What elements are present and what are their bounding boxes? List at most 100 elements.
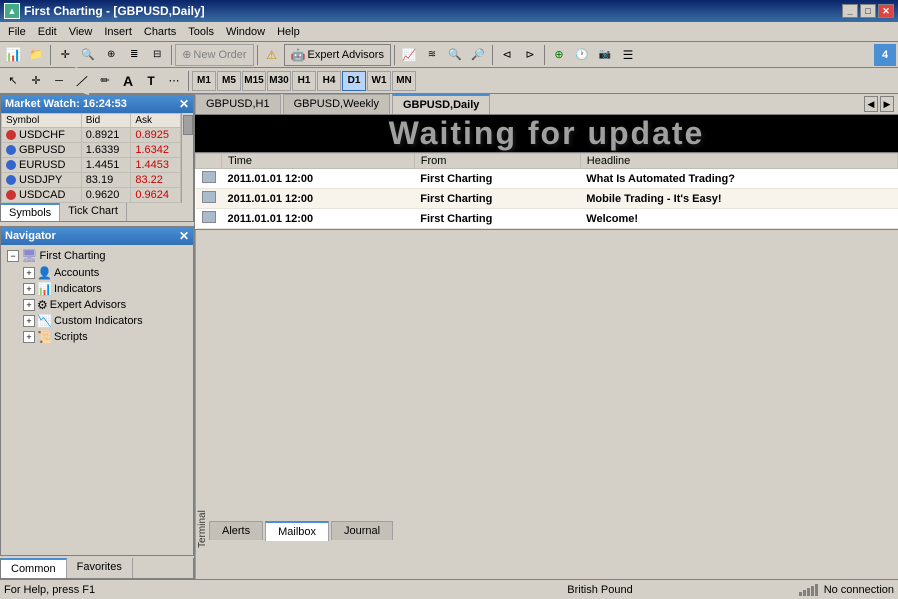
- symbol-cell: EURUSD: [2, 158, 82, 173]
- tf-m1[interactable]: M1: [192, 71, 216, 91]
- T-button[interactable]: T: [140, 70, 162, 92]
- connection-status: No connection: [824, 584, 894, 596]
- clock-button[interactable]: 🕐: [571, 44, 593, 66]
- cross-button[interactable]: ✛: [54, 44, 76, 66]
- content-area: Market Watch: 16:24:53 ✕ Symbol Bid Ask: [0, 94, 898, 579]
- tab-tick-chart[interactable]: Tick Chart: [60, 203, 127, 221]
- menu-window[interactable]: Window: [220, 24, 271, 40]
- bottom-tab-mailbox[interactable]: Mailbox: [265, 521, 329, 541]
- navigator-title: Navigator: [5, 230, 56, 242]
- history-right[interactable]: ⊳: [519, 44, 541, 66]
- minimize-button[interactable]: _: [842, 4, 858, 18]
- menu-help[interactable]: Help: [271, 24, 306, 40]
- tab-symbols[interactable]: Symbols: [1, 203, 60, 221]
- diagonal-button[interactable]: ╱: [68, 66, 96, 94]
- maximize-button[interactable]: □: [860, 4, 876, 18]
- signal-bar-5: [815, 584, 818, 596]
- chart-tab-daily[interactable]: GBPUSD,Daily: [392, 94, 490, 114]
- tab-favorites[interactable]: Favorites: [67, 558, 133, 578]
- tf-h1[interactable]: H1: [292, 71, 316, 91]
- nav-expand-custom[interactable]: +: [23, 315, 35, 327]
- indicator-button[interactable]: 📈: [398, 44, 420, 66]
- magnify2-button[interactable]: 🔎: [467, 44, 489, 66]
- bid-cell: 0.8921: [81, 128, 131, 143]
- market-watch-row[interactable]: GBPUSD 1.6339 1.6342: [2, 143, 193, 158]
- new-order-button[interactable]: ⊕ New Order: [175, 44, 253, 66]
- pencil-button[interactable]: ✏: [94, 70, 116, 92]
- nav-expand-indicators[interactable]: +: [23, 283, 35, 295]
- navigator-tabs: Common Favorites: [0, 558, 194, 579]
- market-watch-row[interactable]: EURUSD 1.4451 1.4453: [2, 158, 193, 173]
- chart-tab-h1[interactable]: GBPUSD,H1: [195, 94, 281, 114]
- side-button[interactable]: 4: [874, 44, 896, 66]
- nav-item-accounts[interactable]: + 👤 Accounts: [21, 265, 189, 281]
- nav-expand-expert[interactable]: +: [23, 299, 35, 311]
- nav-item-indicators[interactable]: + 📊 Indicators: [21, 281, 189, 297]
- chart-canvas: Waiting for update: [195, 115, 898, 152]
- nav-item-expert-advisors[interactable]: + ⚙ Expert Advisors: [21, 297, 189, 313]
- nav-item-scripts[interactable]: + 📜 Scripts: [21, 329, 189, 345]
- chart-type-candle[interactable]: ⊟: [146, 44, 168, 66]
- tf-h4[interactable]: H4: [317, 71, 341, 91]
- expert-advisors-button[interactable]: 🤖 Expert Advisors: [284, 44, 391, 66]
- market-watch-row[interactable]: USDCAD 0.9620 0.9624: [2, 188, 193, 203]
- nav-expand-accounts[interactable]: +: [23, 267, 35, 279]
- close-button[interactable]: ✕: [878, 4, 894, 18]
- tf-w1[interactable]: W1: [367, 71, 391, 91]
- bottom-tab-alerts[interactable]: Alerts: [209, 521, 263, 540]
- crosshair-button[interactable]: ✛: [25, 70, 47, 92]
- status-right: No connection: [799, 584, 894, 596]
- tf-m15[interactable]: M15: [242, 71, 266, 91]
- open-button[interactable]: 📁: [25, 44, 47, 66]
- alert-icon[interactable]: ⚠: [261, 44, 283, 66]
- news-time-cell: 2011.01.01 12:00: [222, 209, 415, 229]
- bottom-tab-journal[interactable]: Journal: [331, 521, 393, 540]
- nav-item-first-charting[interactable]: − 🖥 First Charting: [5, 247, 189, 265]
- navigator-close[interactable]: ✕: [179, 229, 189, 243]
- toolbar-main: 📊 📁 ✛ 🔍 ⊕ ≣ ⊟ ⊕ New Order ⚠ 🤖 Expert Adv…: [0, 42, 898, 68]
- market-watch-close[interactable]: ✕: [179, 97, 189, 111]
- tab-common[interactable]: Common: [1, 558, 67, 578]
- news-row[interactable]: 2011.01.01 12:00 First Charting Mobile T…: [196, 189, 898, 209]
- news-row[interactable]: 2011.01.01 12:00 First Charting Welcome!: [196, 209, 898, 229]
- history-left[interactable]: ⊲: [496, 44, 518, 66]
- nav-expand-root[interactable]: −: [7, 250, 19, 262]
- chart-prev-button[interactable]: ◀: [864, 96, 878, 112]
- options-button[interactable]: ☰: [617, 44, 639, 66]
- nav-item-custom-indicators[interactable]: + 📉 Custom Indicators: [21, 313, 189, 329]
- menu-file[interactable]: File: [2, 24, 32, 40]
- menu-tools[interactable]: Tools: [182, 24, 220, 40]
- tf-mn[interactable]: MN: [392, 71, 416, 91]
- text-button[interactable]: A: [117, 70, 139, 92]
- line-button[interactable]: ─: [48, 70, 70, 92]
- tf-m5[interactable]: M5: [217, 71, 241, 91]
- market-watch-row[interactable]: USDCHF 0.8921 0.8925: [2, 128, 193, 143]
- ask-cell: 0.8925: [131, 128, 181, 143]
- menu-charts[interactable]: Charts: [138, 24, 182, 40]
- menu-insert[interactable]: Insert: [98, 24, 138, 40]
- new-chart-button[interactable]: 📊: [2, 44, 24, 66]
- fib-button[interactable]: ⋯: [163, 70, 185, 92]
- nav-expand-scripts[interactable]: +: [23, 331, 35, 343]
- status-currency: British Pound: [401, 584, 798, 596]
- chart-type-bar[interactable]: ≣: [123, 44, 145, 66]
- new-order-icon: ⊕: [182, 48, 191, 61]
- menu-bar: File Edit View Insert Charts Tools Windo…: [0, 22, 898, 42]
- chart-tab-weekly[interactable]: GBPUSD,Weekly: [283, 94, 390, 114]
- cursor-button[interactable]: ↖: [2, 70, 24, 92]
- bid-cell: 1.6339: [81, 143, 131, 158]
- period-button[interactable]: ≋: [421, 44, 443, 66]
- market-watch-row[interactable]: USDJPY 83.19 83.22: [2, 173, 193, 188]
- add-button[interactable]: ⊕: [548, 44, 570, 66]
- screenshot-button[interactable]: 📷: [594, 44, 616, 66]
- tf-m30[interactable]: M30: [267, 71, 291, 91]
- news-row[interactable]: 2011.01.01 12:00 First Charting What Is …: [196, 169, 898, 189]
- tf-d1[interactable]: D1: [342, 71, 366, 91]
- menu-view[interactable]: View: [63, 24, 99, 40]
- nav-icon-expert: ⚙: [37, 298, 48, 312]
- magnify-button[interactable]: 🔍: [444, 44, 466, 66]
- zoom-out-button[interactable]: ⊕: [100, 44, 122, 66]
- zoom-in-button[interactable]: 🔍: [77, 44, 99, 66]
- menu-edit[interactable]: Edit: [32, 24, 63, 40]
- chart-next-button[interactable]: ▶: [880, 96, 894, 112]
